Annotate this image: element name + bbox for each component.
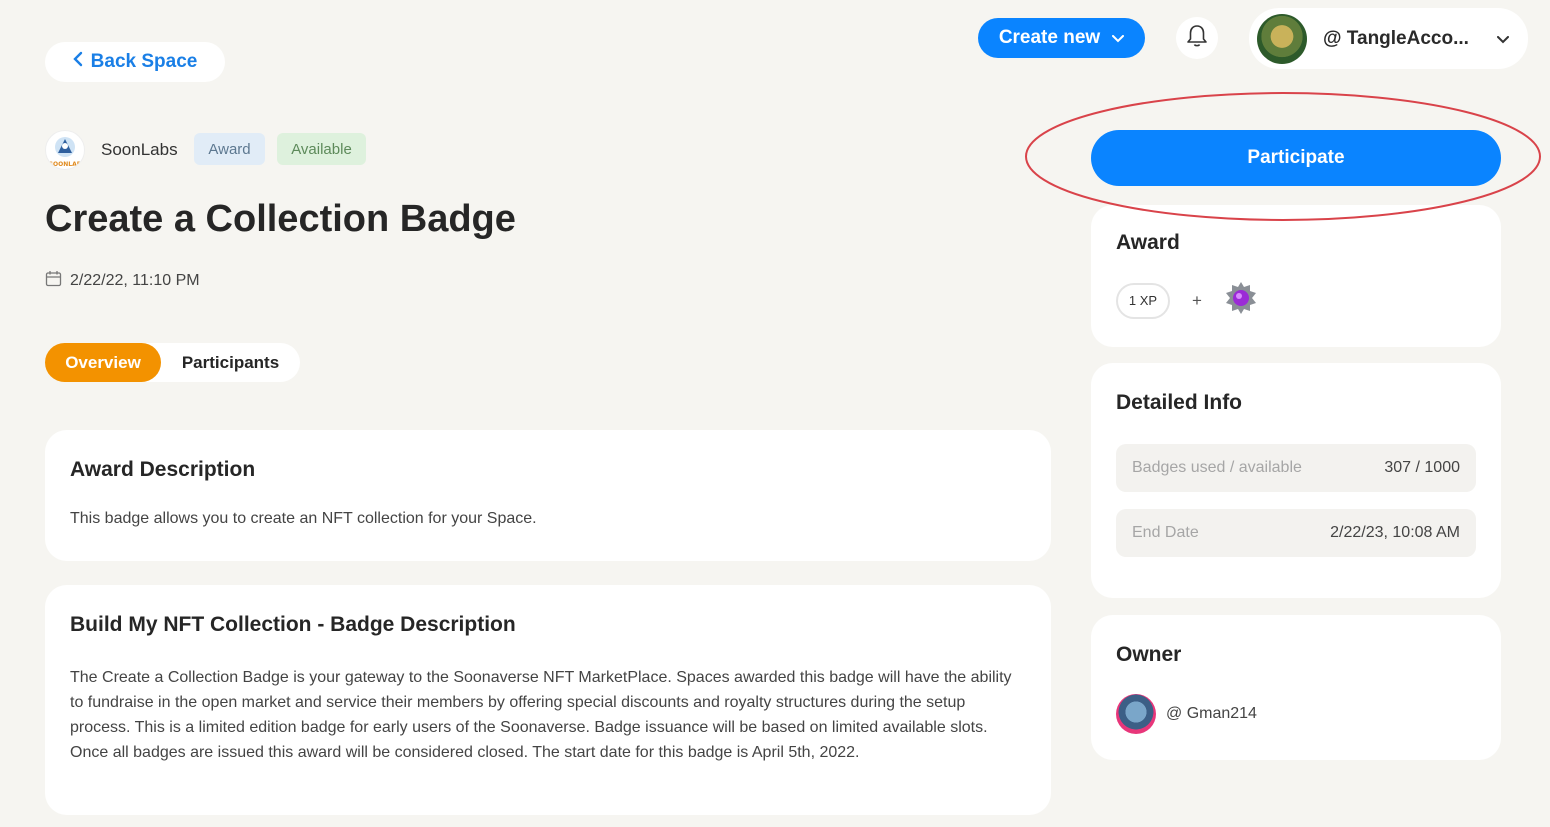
- badges-used-value: 307 / 1000: [1384, 459, 1460, 476]
- account-menu[interactable]: @ TangleAcco...: [1249, 8, 1528, 69]
- notifications-button[interactable]: [1176, 17, 1218, 59]
- badge-description-text: The Create a Collection Badge is your ga…: [70, 669, 1012, 761]
- available-tag: Available: [277, 133, 366, 165]
- svg-text:SOONLAB: SOONLAB: [49, 161, 82, 168]
- tab-overview[interactable]: Overview: [45, 343, 161, 382]
- create-new-button[interactable]: Create new: [978, 18, 1145, 58]
- detailed-info-heading: Detailed Info: [1116, 391, 1243, 414]
- owner-name: @ Gman214: [1166, 705, 1257, 722]
- badges-used-label: Badges used / available: [1132, 459, 1302, 476]
- award-description-heading: Award Description: [70, 458, 256, 481]
- end-date-value: 2/22/23, 10:08 AM: [1330, 524, 1460, 541]
- participate-button[interactable]: Participate: [1091, 130, 1501, 186]
- badge-description-heading: Build My NFT Collection - Badge Descript…: [70, 613, 516, 636]
- detailed-info-card: Detailed Info Badges used / available 30…: [1091, 363, 1501, 598]
- back-space-button[interactable]: Back Space: [45, 42, 225, 82]
- space-name[interactable]: SoonLabs: [101, 140, 178, 160]
- page-title: Create a Collection Badge: [45, 198, 516, 240]
- badge-icon[interactable]: [1224, 281, 1258, 320]
- account-name: @ TangleAcco...: [1323, 27, 1469, 49]
- date-text: 2/22/22, 11:10 PM: [70, 272, 200, 289]
- tab-participants[interactable]: Participants: [161, 343, 300, 382]
- end-date-row: End Date 2/22/23, 10:08 AM: [1116, 509, 1476, 557]
- create-new-label: Create new: [998, 27, 1101, 48]
- tab-bar: Overview Participants: [45, 343, 300, 382]
- account-avatar: [1257, 13, 1307, 64]
- award-description-text: This badge allows you to create an NFT c…: [70, 510, 537, 527]
- bell-icon: [1186, 24, 1208, 53]
- xp-badge: 1 XP: [1116, 282, 1170, 319]
- owner-avatar: [1116, 694, 1156, 734]
- award-card: Award 1 XP +: [1091, 205, 1501, 347]
- end-date-label: End Date: [1132, 524, 1199, 541]
- calendar-icon: [45, 270, 62, 292]
- owner-link[interactable]: @ Gman214: [1116, 694, 1476, 734]
- owner-card: Owner @ Gman214: [1091, 615, 1501, 760]
- plus-sign: +: [1192, 290, 1202, 310]
- award-tag: Award: [194, 133, 265, 165]
- award-date: 2/22/22, 11:10 PM: [45, 270, 200, 292]
- space-logo[interactable]: SOONLAB: [45, 130, 85, 170]
- owner-heading: Owner: [1116, 643, 1182, 666]
- chevron-down-icon: [1112, 27, 1125, 49]
- award-description-card: Award Description This badge allows you …: [45, 430, 1051, 561]
- award-heading: Award: [1116, 231, 1180, 254]
- back-space-label: Back Space: [90, 51, 198, 72]
- chevron-down-icon: [1496, 28, 1509, 50]
- badges-used-row: Badges used / available 307 / 1000: [1116, 444, 1476, 492]
- badge-description-card: Build My NFT Collection - Badge Descript…: [45, 585, 1051, 815]
- chevron-left-icon: [72, 51, 83, 73]
